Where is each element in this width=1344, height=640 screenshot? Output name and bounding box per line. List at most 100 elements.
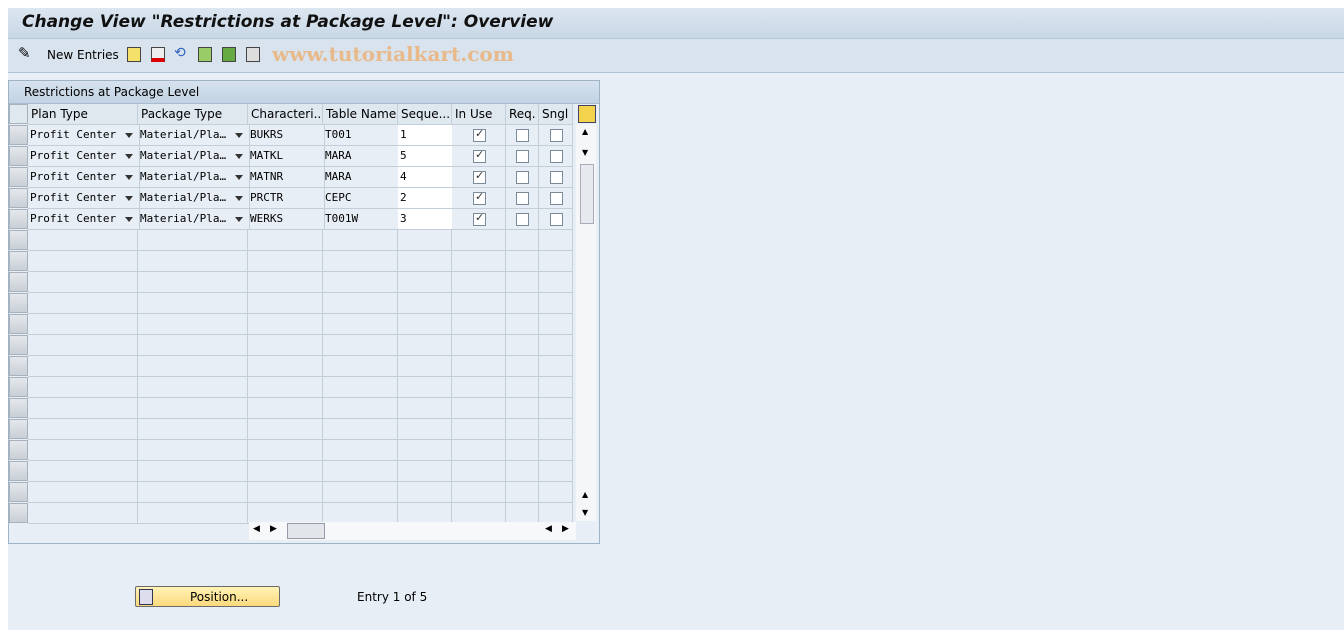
table-cell [506, 440, 539, 461]
sngl-checkbox[interactable] [550, 171, 563, 184]
package-type-dropdown[interactable]: Material/Pla… [138, 167, 250, 188]
sequence-input[interactable]: 2 [398, 188, 454, 209]
scroll-thumb[interactable] [287, 523, 325, 539]
row-selector[interactable] [9, 503, 28, 523]
plan-type-dropdown[interactable]: Profit Center [28, 167, 140, 188]
horizontal-scrollbar[interactable]: ◀ ▶ ◀ ▶ [249, 522, 576, 540]
dropdown-arrow-icon[interactable] [235, 133, 243, 138]
row-selector[interactable] [9, 419, 28, 439]
scroll-up-icon[interactable]: ▲ [582, 127, 588, 136]
row-selector[interactable] [9, 251, 28, 271]
select-block-icon[interactable] [222, 47, 236, 62]
inuse-checkbox[interactable] [473, 169, 486, 184]
row-selector[interactable] [9, 461, 28, 481]
row-selector[interactable] [9, 272, 28, 292]
column-settings-icon[interactable] [578, 105, 596, 123]
dropdown-arrow-icon[interactable] [235, 175, 243, 180]
dropdown-arrow-icon[interactable] [235, 154, 243, 159]
row-selector[interactable] [9, 167, 28, 187]
plan-type-dropdown[interactable]: Profit Center [28, 146, 140, 167]
plan-type-dropdown[interactable]: Profit Center [28, 188, 140, 209]
req-checkbox[interactable] [516, 150, 529, 163]
req-checkbox[interactable] [516, 129, 529, 142]
dropdown-arrow-icon[interactable] [125, 217, 133, 222]
dropdown-arrow-icon[interactable] [125, 175, 133, 180]
sequence-input[interactable]: 1 [398, 125, 454, 146]
scroll-up-icon[interactable]: ▲ [582, 490, 588, 499]
dropdown-arrow-icon[interactable] [125, 196, 133, 201]
row-selector[interactable] [9, 188, 28, 208]
scroll-right-icon[interactable]: ▶ [270, 524, 277, 534]
undo-icon[interactable]: ⟲ [174, 45, 186, 61]
new-entries-button[interactable]: New Entries [47, 48, 119, 64]
table-row: Profit Center Material/Pla… PRCTR CEPC 2 [9, 188, 575, 209]
inuse-checkbox[interactable] [473, 148, 486, 163]
row-selector[interactable] [9, 104, 28, 124]
dropdown-arrow-icon[interactable] [235, 217, 243, 222]
sequence-input[interactable]: 5 [398, 146, 454, 167]
table-cell [539, 251, 573, 272]
row-selector[interactable] [9, 293, 28, 313]
table-cell [248, 230, 323, 251]
req-checkbox[interactable] [516, 171, 529, 184]
table-cell [539, 377, 573, 398]
table-cell [452, 461, 506, 482]
row-selector[interactable] [9, 356, 28, 376]
scroll-left-icon[interactable]: ◀ [545, 524, 552, 534]
row-selector[interactable] [9, 398, 28, 418]
sngl-checkbox[interactable] [550, 213, 563, 226]
scroll-down-icon[interactable]: ▼ [582, 148, 588, 157]
dropdown-arrow-icon[interactable] [125, 154, 133, 159]
req-checkbox[interactable] [516, 192, 529, 205]
table-cell [398, 398, 452, 419]
table-cell [28, 230, 138, 251]
sequence-input[interactable]: 4 [398, 167, 454, 188]
position-button[interactable]: Position... [135, 586, 280, 607]
package-type-dropdown[interactable]: Material/Pla… [138, 146, 250, 167]
dropdown-arrow-icon[interactable] [125, 133, 133, 138]
scroll-right-icon[interactable]: ▶ [562, 524, 569, 534]
package-type-dropdown[interactable]: Material/Pla… [138, 209, 250, 230]
scroll-thumb[interactable] [580, 164, 594, 224]
row-selector[interactable] [9, 440, 28, 460]
inuse-checkbox[interactable] [473, 190, 486, 205]
sngl-checkbox[interactable] [550, 150, 563, 163]
package-type-dropdown[interactable]: Material/Pla… [138, 125, 250, 146]
sequence-input[interactable]: 3 [398, 209, 454, 230]
copy-icon[interactable] [127, 47, 141, 62]
inuse-checkbox[interactable] [473, 127, 486, 142]
table-cell [398, 293, 452, 314]
table-cell [506, 377, 539, 398]
sngl-checkbox[interactable] [550, 129, 563, 142]
scroll-left-icon[interactable]: ◀ [253, 524, 260, 534]
table-title-bar: Restrictions at Package Level [9, 81, 599, 104]
position-icon [139, 589, 153, 605]
watermark: www.tutorialkart.com [272, 42, 514, 66]
req-checkbox[interactable] [516, 213, 529, 226]
plan-type-dropdown[interactable]: Profit Center [28, 125, 140, 146]
row-selector[interactable] [9, 230, 28, 250]
edit-pencil-icon[interactable]: ✎ [18, 44, 31, 62]
row-selector[interactable] [9, 335, 28, 355]
sngl-checkbox[interactable] [550, 192, 563, 205]
table-cell: CEPC [323, 188, 400, 209]
row-selector[interactable] [9, 314, 28, 334]
deselect-all-icon[interactable] [246, 47, 260, 62]
table-cell [506, 503, 539, 524]
column-header: Req. [506, 104, 539, 125]
row-selector[interactable] [9, 209, 28, 229]
vertical-scrollbar[interactable]: ▲ ▼ ▲ ▼ [576, 124, 596, 521]
scroll-down-icon[interactable]: ▼ [582, 508, 588, 517]
inuse-checkbox[interactable] [473, 211, 486, 226]
table-cell [323, 335, 398, 356]
dropdown-arrow-icon[interactable] [235, 196, 243, 201]
table-cell [506, 272, 539, 293]
row-selector[interactable] [9, 125, 28, 145]
row-selector[interactable] [9, 146, 28, 166]
row-selector[interactable] [9, 482, 28, 502]
select-all-icon[interactable] [198, 47, 212, 62]
plan-type-dropdown[interactable]: Profit Center [28, 209, 140, 230]
row-selector[interactable] [9, 377, 28, 397]
delete-icon[interactable] [151, 47, 165, 62]
package-type-dropdown[interactable]: Material/Pla… [138, 188, 250, 209]
